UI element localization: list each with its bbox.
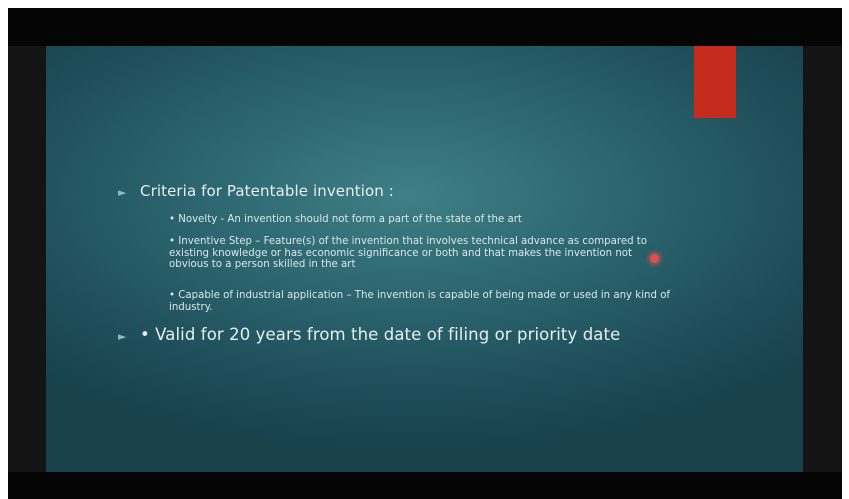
sub-bullet-inventive-step: • Inventive Step – Feature(s) of the inv…: [169, 236, 648, 270]
letterbox-bottom: [8, 472, 842, 499]
pillarbox-right: [803, 46, 842, 472]
sub-bullet-novelty: • Novelty - An invention should not form…: [169, 214, 522, 225]
laser-pointer-dot: [650, 254, 659, 263]
bullet-criteria-text: Criteria for Patentable invention :: [140, 182, 394, 200]
bullet-criteria: ► Criteria for Patentable invention :: [118, 182, 394, 200]
video-viewer[interactable]: ► Criteria for Patentable invention : • …: [8, 8, 842, 499]
letterbox-top: [8, 8, 842, 46]
pillarbox-left: [8, 46, 46, 472]
bullet-validity: ► • Valid for 20 years from the date of …: [118, 325, 620, 344]
bullet-arrow-icon: ►: [118, 330, 127, 343]
slide-accent-bar: [694, 46, 736, 118]
sub-bullet-industrial-application: • Capable of industrial application – Th…: [169, 290, 671, 313]
presentation-slide: ► Criteria for Patentable invention : • …: [46, 46, 803, 472]
bullet-arrow-icon: ►: [118, 186, 127, 199]
bullet-validity-text: • Valid for 20 years from the date of fi…: [140, 325, 621, 344]
